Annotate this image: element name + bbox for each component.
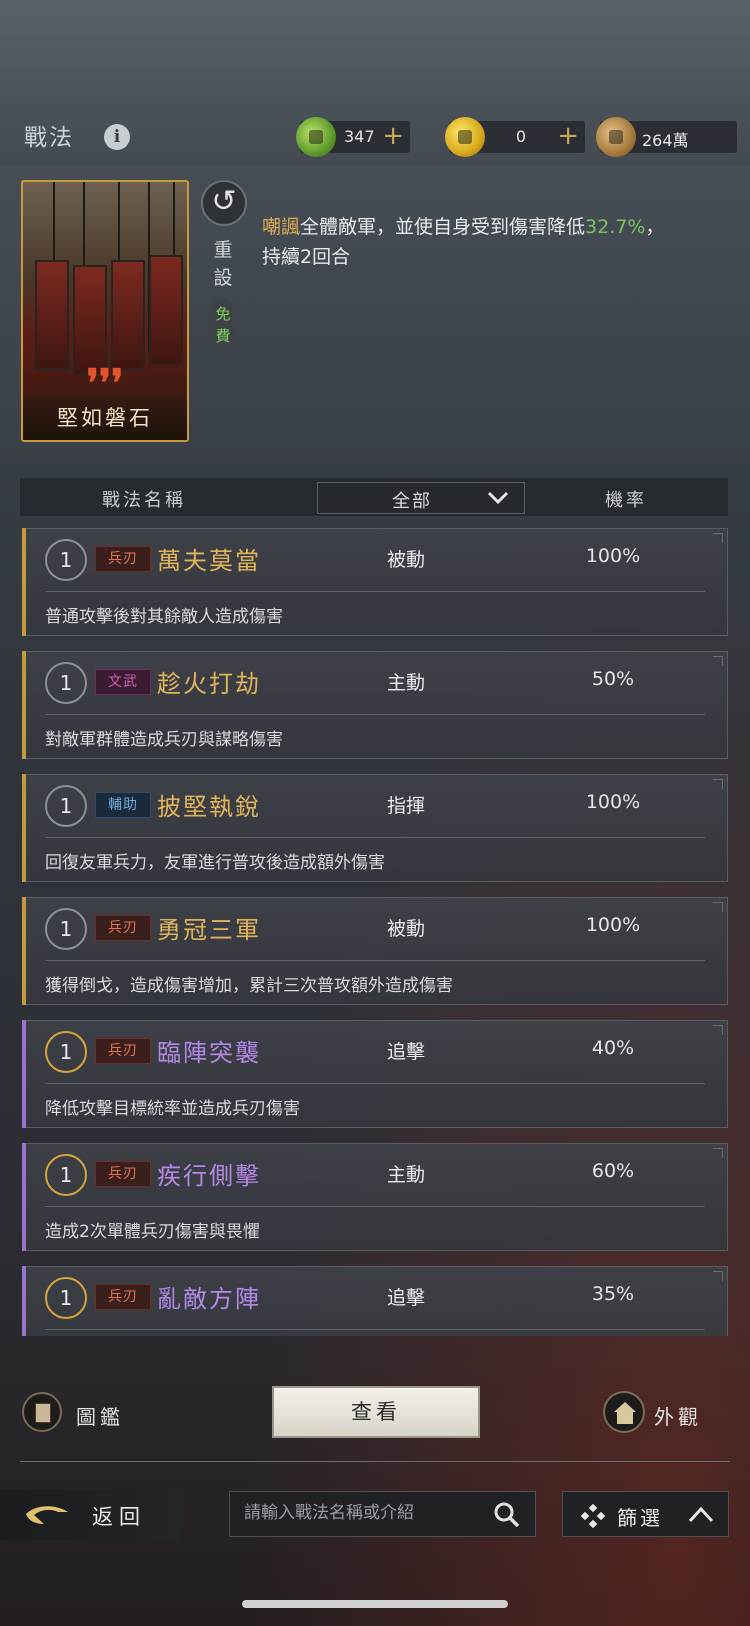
skill-card[interactable]: ❜❜❜ 堅如磐石: [21, 180, 189, 442]
resource-jade-value: 347: [344, 127, 375, 146]
skill-kind: 被動: [387, 918, 426, 940]
reset-control: ↺ 重設 免費: [201, 180, 247, 355]
info-icon[interactable]: i: [104, 124, 130, 150]
skill-name: 萬夫莫當: [157, 547, 261, 575]
home-indicator: [242, 1600, 508, 1608]
list-item[interactable]: 1 文武 趁火打劫 主動 50% 對敵軍群體造成兵刃與謀略傷害: [22, 651, 728, 759]
skill-name: 勇冠三軍: [157, 916, 261, 944]
view-button[interactable]: 查看: [272, 1386, 480, 1438]
skill-kind: 指揮: [387, 795, 426, 817]
type-tag: 兵刃: [95, 1161, 151, 1187]
filter-label: 篩選: [617, 1506, 663, 1530]
type-tag: 兵刃: [95, 546, 151, 572]
type-tag: 兵刃: [95, 915, 151, 941]
skill-desc: 回復友軍兵力，友軍進行普攻後造成額外傷害: [45, 853, 385, 873]
skill-desc: 造成2次單體兵刃傷害與畏懼: [45, 1222, 260, 1242]
search-icon[interactable]: [493, 1501, 521, 1529]
level-badge: 1: [45, 1154, 87, 1196]
resource-bronze-value: 264萬: [642, 131, 689, 150]
level-badge: 1: [45, 539, 87, 581]
level-badge: 1: [45, 1031, 87, 1073]
codex-icon[interactable]: [22, 1392, 62, 1432]
desc-text-1: 全體敵軍，並使自身受到傷害降低: [300, 216, 586, 238]
skill-desc: 普通攻擊後對其餘敵人造成傷害: [45, 607, 283, 627]
level-badge: 1: [45, 1277, 87, 1319]
appearance-label[interactable]: 外觀: [654, 1401, 702, 1430]
skill-desc: 獲得倒戈，造成傷害增加，累計三次普攻額外造成傷害: [45, 976, 453, 996]
skill-rate: 60%: [591, 1160, 635, 1182]
codex-label[interactable]: 圖鑑: [76, 1401, 124, 1430]
add-gold-button[interactable]: +: [557, 121, 579, 151]
header-rate: 機率: [605, 490, 647, 511]
skill-name: 臨陣突襲: [157, 1039, 261, 1067]
appearance-icon[interactable]: [603, 1391, 645, 1433]
resource-bronze: 264萬: [596, 117, 737, 157]
chevron-up-icon: [688, 1506, 714, 1523]
type-tag: 文武: [95, 669, 151, 695]
skill-rate: 50%: [591, 668, 635, 690]
list-item[interactable]: 1 兵刃 萬夫莫當 被動 100% 普通攻擊後對其餘敵人造成傷害: [22, 528, 728, 636]
skill-name: 疾行側擊: [157, 1162, 261, 1190]
type-tag: 兵刃: [95, 1038, 151, 1064]
type-filter-label: 全部: [392, 491, 432, 512]
filter-icon: [581, 1504, 605, 1528]
skill-rate: 35%: [591, 1283, 635, 1305]
skill-kind: 被動: [387, 549, 426, 571]
table-header: 戰法名稱 全部 機率: [20, 478, 728, 516]
skill-kind: 主動: [387, 672, 426, 694]
type-filter-dropdown[interactable]: 全部: [317, 482, 525, 514]
page-title: 戰法: [24, 125, 74, 151]
desc-keyword: 嘲諷: [262, 216, 301, 238]
skill-name: 亂敵方陣: [157, 1285, 261, 1313]
card-name: 堅如磐石: [57, 406, 153, 430]
search-box[interactable]: [229, 1491, 536, 1537]
reset-label[interactable]: 重設: [210, 236, 236, 292]
resource-gold: 0 +: [445, 117, 585, 157]
resource-gold-value: 0: [515, 127, 527, 146]
bronze-coin-icon: [596, 117, 636, 157]
chevron-down-icon: [487, 491, 509, 505]
back-button[interactable]: 返回: [0, 1490, 180, 1540]
add-jade-button[interactable]: +: [382, 121, 404, 151]
skill-description: 嘲諷全體敵軍，並使自身受到傷害降低32.7%，持續2回合: [262, 212, 682, 272]
type-tag: 輔助: [95, 792, 151, 818]
reset-icon[interactable]: ↺: [201, 180, 247, 226]
type-tag: 兵刃: [95, 1284, 151, 1310]
skill-desc: 對敵軍群體造成兵刃與謀略傷害: [45, 730, 283, 750]
skill-name: 披堅執銳: [157, 793, 261, 821]
header-name: 戰法名稱: [102, 490, 186, 511]
list-item[interactable]: 1 兵刃 勇冠三軍 被動 100% 獲得倒戈，造成傷害增加，累計三次普攻額外造成…: [22, 897, 728, 1005]
skill-kind: 主動: [387, 1164, 426, 1186]
skill-kind: 追擊: [387, 1287, 426, 1309]
skill-rate: 100%: [585, 914, 641, 936]
skill-name: 趁火打劫: [157, 670, 261, 698]
back-label: 返回: [92, 1505, 146, 1529]
quality-marks: ❜❜❜: [86, 360, 124, 405]
level-badge: 1: [45, 908, 87, 950]
skill-rate: 100%: [585, 791, 641, 813]
free-badge: 免費: [211, 298, 235, 352]
skill-rate: 40%: [591, 1037, 635, 1059]
search-input[interactable]: [244, 1503, 484, 1523]
list-item[interactable]: 1 輔助 披堅執銳 指揮 100% 回復友軍兵力，友軍進行普攻後造成額外傷害: [22, 774, 728, 882]
level-badge: 1: [45, 662, 87, 704]
resource-jade: 347 +: [296, 117, 410, 157]
filter-button[interactable]: 篩選: [562, 1491, 729, 1537]
skill-rate: 100%: [585, 545, 641, 567]
gold-coin-icon: [445, 117, 485, 157]
jade-coin-icon: [296, 117, 336, 157]
desc-value: 32.7%: [585, 216, 646, 238]
list-item[interactable]: 1 兵刃 亂敵方陣 追擊 35%: [22, 1266, 728, 1336]
list-item[interactable]: 1 兵刃 臨陣突襲 追擊 40% 降低攻擊目標統率並造成兵刃傷害: [22, 1020, 728, 1128]
divider: [20, 1461, 730, 1462]
list-item[interactable]: 1 兵刃 疾行側擊 主動 60% 造成2次單體兵刃傷害與畏懼: [22, 1143, 728, 1251]
back-arrow-icon: [26, 1506, 68, 1524]
skill-kind: 追擊: [387, 1041, 426, 1063]
skill-list[interactable]: 1 兵刃 萬夫莫當 被動 100% 普通攻擊後對其餘敵人造成傷害 1 文武 趁火…: [22, 528, 728, 1336]
level-badge: 1: [45, 785, 87, 827]
skill-desc: 降低攻擊目標統率並造成兵刃傷害: [45, 1099, 300, 1119]
